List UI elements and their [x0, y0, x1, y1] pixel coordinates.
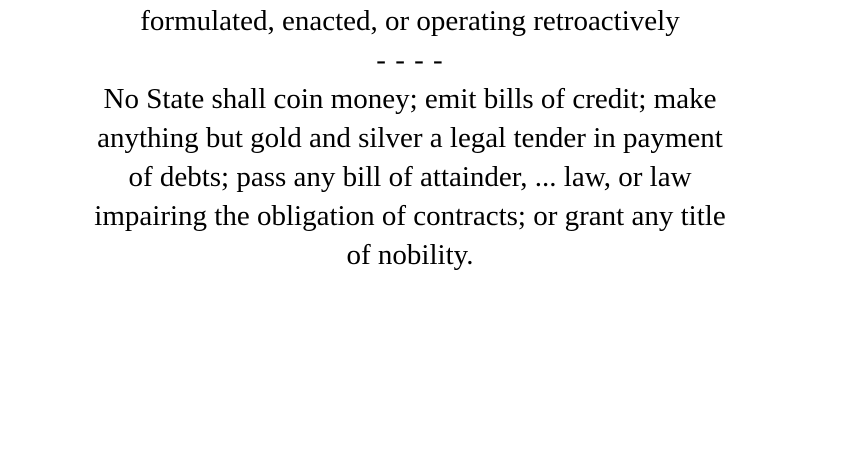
quote-line: of nobility.: [346, 239, 474, 271]
document-content: formulated, enacted, or operating retroa…: [20, 0, 800, 275]
quote-line: of debts; pass any bill of attainder, ..…: [128, 161, 692, 193]
quote-paragraph: No State shall coin money; emit bills of…: [20, 80, 800, 275]
quote-line: impairing the obligation of contracts; o…: [94, 200, 726, 232]
quote-line: anything but gold and silver a legal ten…: [97, 122, 723, 154]
definition-text: formulated, enacted, or operating retroa…: [140, 5, 680, 37]
section-separator: - - - -: [376, 44, 444, 76]
quote-line: No State shall coin money; emit bills of…: [103, 83, 717, 115]
document-page: formulated, enacted, or operating retroa…: [0, 0, 850, 475]
